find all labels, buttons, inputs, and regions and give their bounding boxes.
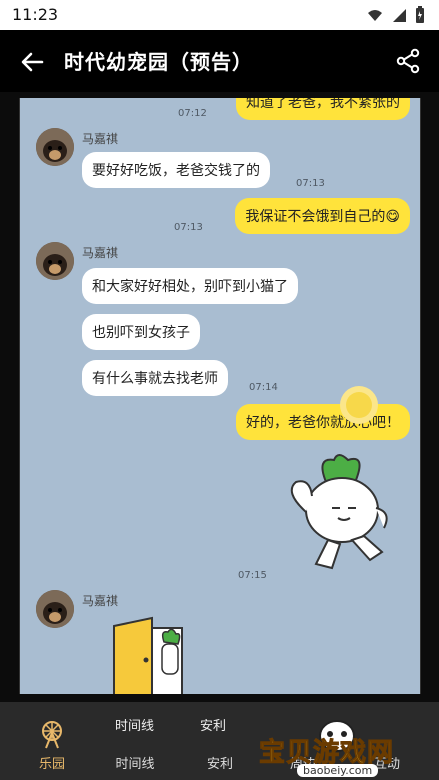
app-bar: 时代幼宠园（预告） (0, 30, 439, 92)
tab-label: 乐园 (38, 757, 65, 772)
page-title: 时代幼宠园（预告） (64, 50, 253, 74)
status-time: 11:23 (12, 5, 59, 24)
chat-bubble-left: 要好好吃饭，老爸交钱了的 (82, 152, 270, 188)
signal-icon (393, 9, 406, 22)
timestamp: 07:13 (174, 222, 203, 233)
ferris-wheel-icon (42, 721, 62, 749)
yellow-blob-sticker (340, 386, 378, 424)
chat-bubble-right: 好的，老爸你就放心吧！ (236, 404, 410, 440)
chat-bubble-left: 有什么事就去找老师 (82, 360, 228, 396)
chat-screenshot[interactable]: 知道了老爸，我不紧张的 07:12 马嘉祺 要好好吃饭，老爸交钱了的 07:13… (19, 98, 421, 694)
wifi-icon (368, 10, 382, 21)
chat-bubble-right: 我保证不会饿到自己的😋 (235, 198, 410, 234)
tab-recommend[interactable]: 安利 安利 (185, 719, 255, 772)
chat-bubble-left: 和大家好好相处，别吓到小猫了 (82, 268, 298, 304)
tab-label: 时间线 (115, 757, 155, 772)
sender-name: 马嘉祺 (82, 246, 119, 260)
sender-name: 马嘉祺 (82, 594, 119, 608)
chat-bubble-left: 也别吓到女孩子 (82, 314, 200, 350)
avatar (36, 128, 74, 166)
sender-name: 马嘉祺 (82, 132, 119, 146)
timestamp: 07:14 (249, 382, 278, 393)
chat-bubble-right: 知道了老爸，我不紧张的 (236, 98, 410, 120)
share-icon[interactable] (395, 48, 421, 74)
timestamp: 07:12 (178, 108, 207, 119)
door-sticker (113, 616, 183, 694)
status-bar: 11:23 (0, 0, 439, 30)
broken-image-icon: 时间线 (115, 719, 155, 734)
battery-icon (416, 6, 424, 23)
back-arrow-icon[interactable] (18, 48, 46, 76)
tab-paradise[interactable]: 乐园 (17, 719, 87, 772)
timestamp: 07:13 (296, 178, 325, 189)
radish-sticker (290, 454, 388, 570)
status-icons (367, 6, 425, 24)
avatar (36, 590, 74, 628)
watermark-logo: 宝贝游戏网 baobeiy.com (258, 714, 419, 777)
watermark-url: baobeiy.com (297, 764, 379, 777)
tab-label: 安利 (206, 757, 233, 772)
broken-image-icon: 安利 (200, 719, 227, 734)
timestamp: 07:15 (238, 570, 267, 581)
avatar (36, 242, 74, 280)
tab-timeline[interactable]: 时间线 时间线 (100, 719, 170, 772)
